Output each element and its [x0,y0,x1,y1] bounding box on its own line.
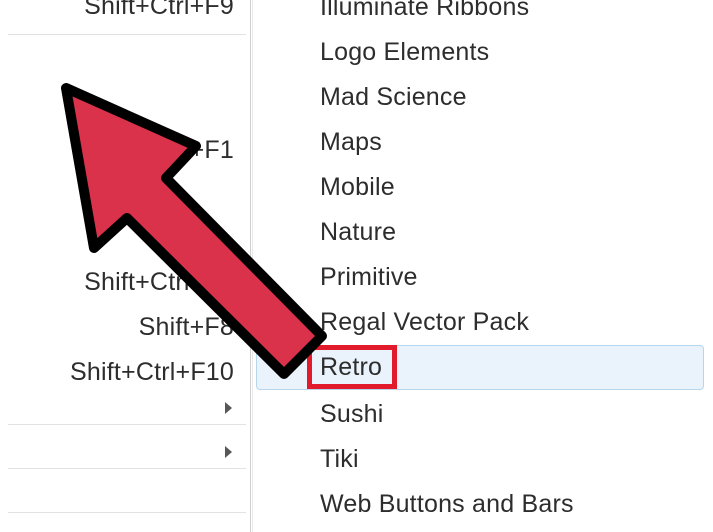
menu-separator [8,468,246,469]
item-label: Mad Science [320,83,467,112]
submenu-item-nature[interactable]: Nature [256,210,704,255]
submenu-item-logo-elements[interactable]: Logo Elements [256,30,704,75]
menu-item-shortcut[interactable]: Shift+Ctrl+F1 [0,128,246,172]
submenu-item-regal-vector-pack[interactable]: Regal Vector Pack [256,300,704,345]
shortcut-text: Shift+Ctrl+F10 [70,358,234,387]
left-shortcut-column: Shift+Ctrl+F9 Shift+Ctrl+F1 Shift+Ctrl+F… [0,0,246,532]
submenu-item-illuminate-ribbons[interactable]: Illuminate Ribbons [256,0,704,30]
item-label: Sushi [320,400,384,429]
menu-separator [8,424,246,425]
item-label: Web Buttons and Bars [320,490,574,519]
item-label: Mobile [320,173,395,202]
menu-column-divider [250,0,251,532]
shortcut-text: Shift+Ctrl+F1 [84,136,234,165]
item-label: Illuminate Ribbons [320,0,529,22]
submenu-item-sushi[interactable]: Sushi [256,392,704,437]
item-label: Logo Elements [320,38,489,67]
menu-separator [8,34,246,35]
submenu-item-primitive[interactable]: Primitive [256,255,704,300]
caret-right-icon [225,402,232,414]
submenu-item-maps[interactable]: Maps [256,120,704,165]
submenu-item-retro[interactable]: Retro [256,345,704,390]
item-label: Primitive [320,263,418,292]
item-label: Nature [320,218,396,247]
menu-column-divider [252,0,253,532]
submenu-item-mad-science[interactable]: Mad Science [256,75,704,120]
item-label: Tiki [320,445,359,474]
menu-item-shortcut[interactable]: Shift+F8 [0,305,246,349]
submenu-caret-row[interactable] [225,446,232,458]
right-submenu-column: Illuminate Ribbons Logo Elements Mad Sci… [256,0,713,532]
submenu-item-tiki[interactable]: Tiki [256,437,704,482]
item-label: Regal Vector Pack [320,308,529,337]
menu-item-shortcut[interactable]: Shift+Ctrl+F9 [0,0,246,28]
shortcut-text: Shift+F8 [139,313,234,342]
shortcut-text: Shift+Ctrl+F9 [84,0,234,21]
item-label: Maps [320,128,382,157]
item-label: Retro [320,353,382,382]
menu-separator [8,512,246,513]
submenu-item-mobile[interactable]: Mobile [256,165,704,210]
submenu-caret-row[interactable] [225,402,232,414]
shortcut-text: Shift+Ctrl+F7 [84,268,234,297]
caret-right-icon [225,446,232,458]
menu-item-shortcut[interactable]: Shift+Ctrl+F7 [0,260,246,304]
menu-item-shortcut[interactable]: Shift+Ctrl+F10 [0,350,246,394]
submenu-item-web-buttons-bars[interactable]: Web Buttons and Bars [256,482,704,527]
